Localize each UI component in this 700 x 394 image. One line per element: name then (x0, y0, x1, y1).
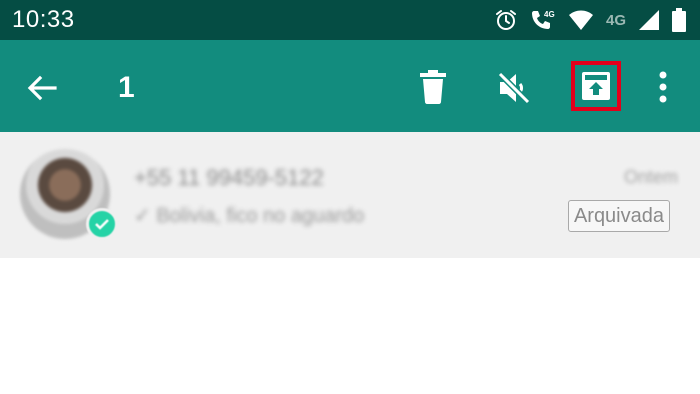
chat-timestamp: Ontem (623, 167, 678, 187)
chat-list-item[interactable]: +55 11 99459-5122 ✓ Bolivia, fico no agu… (0, 132, 700, 258)
back-button[interactable] (22, 68, 62, 108)
archive-icon (582, 72, 610, 100)
archive-button[interactable] (571, 61, 621, 111)
last-message-preview: ✓ Bolivia, fico no aguardo (134, 205, 365, 227)
status-icons: 4G 4G (494, 6, 686, 34)
selection-app-bar: 1 (0, 40, 700, 132)
svg-text:4G: 4G (544, 10, 555, 19)
alarm-icon (494, 8, 518, 32)
network-type-label: 4G (605, 11, 626, 29)
archived-badge: Arquivada (567, 200, 670, 232)
mute-button[interactable] (493, 67, 535, 109)
status-time: 10:33 (12, 6, 75, 33)
volte-call-icon: 4G (530, 8, 556, 32)
battery-icon (672, 8, 686, 32)
signal-icon (638, 9, 660, 31)
selected-count: 1 (118, 71, 135, 104)
more-vert-icon (659, 71, 667, 103)
mute-icon (496, 70, 532, 106)
contact-name: +55 11 99459-5122 (134, 165, 324, 190)
trash-icon (420, 70, 446, 104)
back-arrow-icon (27, 75, 57, 101)
selected-check-icon (86, 208, 118, 240)
status-bar: 10:33 4G 4G (0, 0, 700, 40)
delete-button[interactable] (413, 67, 453, 107)
more-options-button[interactable] (648, 67, 678, 107)
wifi-icon (568, 9, 594, 31)
